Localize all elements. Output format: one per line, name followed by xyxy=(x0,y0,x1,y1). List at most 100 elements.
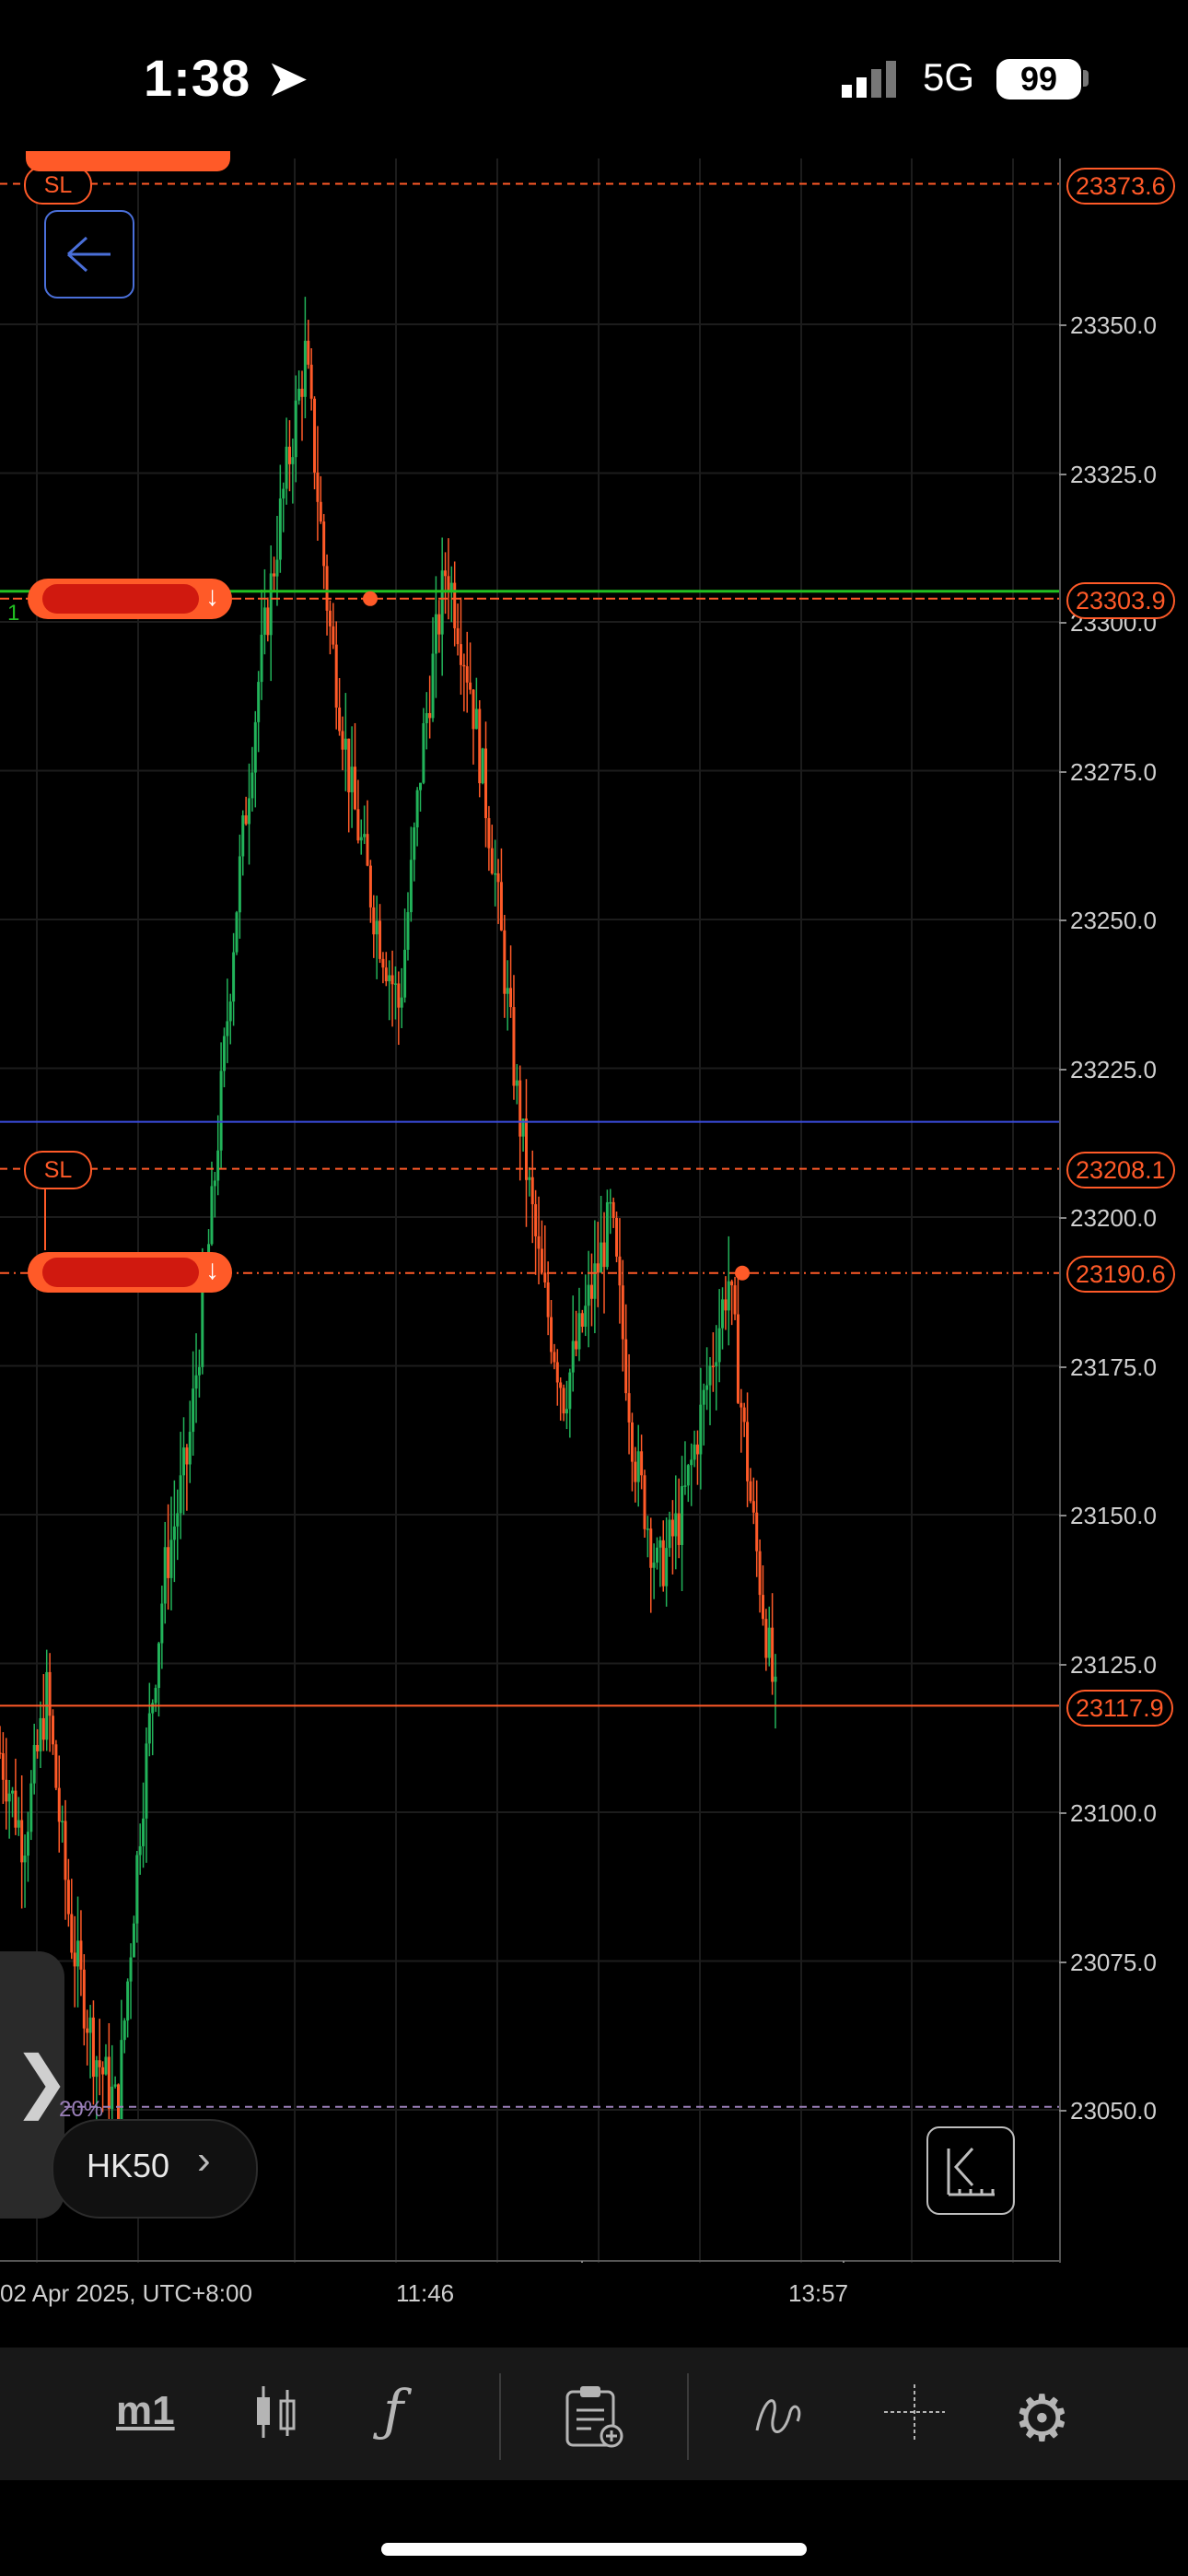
candle-body xyxy=(496,872,500,883)
candle-body xyxy=(415,790,419,828)
candle-body xyxy=(82,1969,86,2029)
symbol-label: HK50 xyxy=(87,2147,170,2184)
candle-body xyxy=(593,1263,597,1299)
candle-body xyxy=(509,988,513,1008)
candle-body xyxy=(303,340,307,397)
candle-body xyxy=(14,1790,17,1828)
candle-body xyxy=(95,2060,99,2078)
candle-body xyxy=(699,1404,703,1455)
candle-body xyxy=(711,1365,715,1367)
candle-body xyxy=(322,521,326,567)
candle-body xyxy=(540,1248,543,1273)
draw-icon[interactable] xyxy=(751,2384,807,2453)
scroll-to-latest-button[interactable] xyxy=(926,2126,1015,2215)
candle-body xyxy=(767,1627,771,1658)
order-pill-top[interactable]: ↓ xyxy=(28,579,232,619)
candle-body xyxy=(686,1465,690,1486)
candle-body xyxy=(287,446,291,464)
candle-body xyxy=(484,748,488,819)
candle-body xyxy=(26,1832,29,1856)
candle-body xyxy=(182,1447,186,1476)
candle-body xyxy=(393,983,397,985)
candle-body xyxy=(353,767,356,810)
candle-body xyxy=(528,1177,531,1180)
candle-body xyxy=(381,958,385,968)
candle-body xyxy=(192,1388,195,1433)
y-axis-tick xyxy=(1059,919,1066,921)
candle-body xyxy=(316,472,320,502)
back-arrow-icon xyxy=(66,236,111,273)
candle-body xyxy=(39,1717,42,1751)
y-axis-tick-label: 23350.0 xyxy=(1070,311,1157,339)
timeframe-button[interactable]: m1 xyxy=(116,2388,175,2434)
sl-top-price-tag: 23373.6 xyxy=(1066,168,1175,205)
candle-body xyxy=(425,713,428,724)
candle-body xyxy=(176,1513,180,1527)
candle-body xyxy=(98,2060,101,2067)
candle-body xyxy=(661,1540,665,1587)
candlestick-icon[interactable] xyxy=(254,2384,298,2453)
candle-body xyxy=(605,1201,609,1268)
price-chart[interactable] xyxy=(0,158,1059,2263)
candle-body xyxy=(715,1362,718,1367)
candle-body xyxy=(219,1071,223,1151)
candle-body xyxy=(368,865,372,907)
candle-body xyxy=(388,975,391,982)
candle-body xyxy=(456,627,460,645)
candle-body xyxy=(646,1528,649,1530)
candle-body xyxy=(273,573,276,577)
candle-body xyxy=(562,1388,565,1414)
candle-body xyxy=(366,834,369,866)
sl-mid-label[interactable]: SL xyxy=(24,1151,92,1189)
candle-body xyxy=(76,1940,80,1967)
candle-body xyxy=(363,834,367,837)
sl-top-label[interactable]: SL xyxy=(24,166,92,205)
candle-body xyxy=(0,1752,2,1754)
y-axis-tick-label: 23125.0 xyxy=(1070,1650,1157,1679)
y-axis-tick xyxy=(1059,473,1066,475)
candle-body xyxy=(48,1671,52,1716)
crosshair-icon[interactable] xyxy=(884,2384,945,2453)
order-clipboard-icon[interactable] xyxy=(564,2384,624,2462)
candle-body xyxy=(5,1779,8,1802)
y-axis-tick-label: 23200.0 xyxy=(1070,1204,1157,1232)
candle-body xyxy=(70,1914,74,1953)
candle-body xyxy=(379,920,382,959)
candle-body xyxy=(104,2056,108,2075)
candle-body xyxy=(478,708,482,784)
candle-body xyxy=(611,1201,615,1218)
order-pill-top-partial[interactable] xyxy=(26,151,230,171)
candle-body xyxy=(621,1285,624,1340)
y-axis-tick xyxy=(1059,2110,1066,2112)
y-axis-tick-label: 23100.0 xyxy=(1070,1799,1157,1827)
candle-body xyxy=(559,1382,563,1388)
back-button[interactable] xyxy=(44,210,134,299)
price-axis[interactable]: 23350.0 23325.0 23300.0 23275.0 23250.0 23225… xyxy=(1059,158,1188,2263)
candle-body xyxy=(7,1793,11,1802)
candle-body xyxy=(600,1242,603,1273)
candle-body xyxy=(372,907,376,935)
chart-canvas[interactable] xyxy=(0,158,1059,2263)
candle-body xyxy=(179,1475,182,1514)
candle-body xyxy=(163,1547,167,1604)
candle-body xyxy=(300,388,304,397)
candle-body xyxy=(400,997,403,1008)
x-axis-label-mid: 11:46 xyxy=(396,2279,455,2307)
candle-body xyxy=(683,1485,687,1487)
function-icon[interactable]: ƒ xyxy=(383,2379,403,2443)
settings-gear-icon[interactable]: ⚙ xyxy=(1013,2381,1071,2456)
candle-body xyxy=(690,1459,693,1466)
candle-body xyxy=(503,930,507,994)
candle-body xyxy=(210,1186,214,1245)
candle-body xyxy=(681,1486,684,1545)
entry-line-label: 1 xyxy=(7,601,20,626)
candle-body xyxy=(338,707,342,732)
candle-body xyxy=(524,1118,528,1180)
candle-body xyxy=(216,1150,220,1181)
order-pill-mid[interactable]: ↓ xyxy=(28,1252,232,1293)
candle-body xyxy=(167,1547,170,1578)
candle-body xyxy=(328,610,332,626)
bottom-toolbar: m1 ƒ ⚙ xyxy=(0,2348,1188,2480)
y-axis-tick xyxy=(1059,1663,1066,1666)
candle-body xyxy=(232,952,236,1002)
